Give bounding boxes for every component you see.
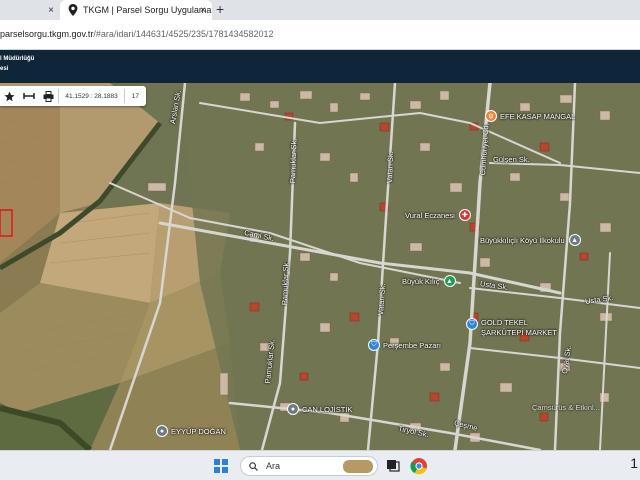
header-title: l Müdürlüğü: [0, 56, 35, 62]
coordinate-readout: 41.1529 : 28.1883: [58, 89, 123, 103]
tab-tkgm-parsel[interactable]: TKGM | Parsel Sorgu Uygulama ×: [60, 0, 212, 20]
search-icon: [249, 461, 258, 471]
poi-label: GOLD TEKEL: [481, 318, 528, 327]
poi-buyuk-kilic[interactable]: Büyük Kılıç ▲: [402, 275, 459, 287]
poi-label: Büyük Kılıç: [402, 276, 440, 286]
tab-title: TKGM | Parsel Sorgu Uygulama: [83, 5, 212, 15]
poi-label: ŞARKÜTEPİ MARKET: [481, 328, 557, 337]
windows-taskbar: Ara 1: [0, 450, 640, 480]
road-label-gulsen: Gülşen Sk.: [493, 155, 530, 164]
search-label: Ara: [266, 461, 281, 471]
new-tab-button[interactable]: +: [216, 1, 224, 17]
measure-distance-icon[interactable]: [19, 86, 38, 106]
road-label-vatan-top: Vatan Sk.: [385, 151, 396, 184]
business-icon: ●: [287, 403, 299, 415]
poi-label: Vural Eczanesi: [405, 210, 455, 220]
address-bar[interactable]: parselsorgu.tkgm.gov.tr/#ara/idari/14463…: [0, 20, 640, 50]
windows-start-icon[interactable]: [214, 459, 228, 473]
pharmacy-icon: ✚: [458, 209, 471, 221]
map-imagery: [0, 83, 640, 450]
print-icon[interactable]: [39, 86, 58, 106]
tab-close-icon[interactable]: ×: [200, 5, 206, 16]
url-domain: parselsorgu.tkgm.gov.tr: [0, 29, 94, 39]
poi-can-lojistik[interactable]: ● CAN LOJİSTİK: [287, 403, 352, 415]
poi-ilkokul[interactable]: Büyükkılıçlı Köyü İlkokulu ▲: [480, 234, 584, 246]
browser-tab-bar: × TKGM | Parsel Sorgu Uygulama × +: [0, 0, 640, 20]
poi-gold-tekel[interactable]: ⛉ GOLD TEKEL ŞARKÜTEPİ MARKET: [466, 318, 557, 338]
chrome-icon[interactable]: [410, 457, 428, 480]
favorite-star-icon[interactable]: [0, 86, 19, 106]
poi-label: Büyükkılıçlı Köyü İlkokulu: [480, 235, 565, 245]
shop-icon: ▲: [443, 275, 456, 287]
map-toolbar: 41.1529 : 28.1883 17: [0, 86, 146, 106]
poi-eyyup-dogan[interactable]: ● EYYÜP DOĞAN: [156, 425, 226, 437]
poi-efe-kasap[interactable]: ψ EFE KASAP MANGAL: [485, 110, 575, 122]
site-header: l Müdürlüğü esi: [0, 50, 640, 83]
shopping-bag-icon: ⛉: [368, 339, 380, 351]
tab-close-icon[interactable]: ×: [48, 5, 54, 16]
zoom-level: 17: [123, 89, 146, 103]
road-label-pamuklar-top: Pamuklar Sk.: [288, 138, 299, 184]
url-path: /#ara/idari/144631/4525/235/178143458201…: [93, 29, 274, 39]
satellite-map[interactable]: Arslan Sk. Pamuklar Sk. Vatan Sk. Cumhur…: [0, 83, 640, 450]
poi-label: EFE KASAP MANGAL: [500, 111, 576, 121]
url-text[interactable]: parselsorgu.tkgm.gov.tr/#ara/idari/14463…: [0, 29, 274, 39]
poi-label: Perşembe Pazarı: [383, 340, 441, 350]
tray-text: 1: [630, 455, 638, 471]
taskbar-search[interactable]: Ara: [240, 456, 378, 476]
school-icon: ▲: [568, 234, 581, 246]
poi-persembe-pazari[interactable]: ⛉ Perşembe Pazarı: [368, 339, 441, 351]
shopping-icon: ⛉: [466, 318, 478, 330]
search-highlight-image: [343, 460, 373, 473]
poi-watermark-label: Çamsürüs & Etkinl...: [532, 403, 600, 412]
business-icon: ●: [156, 425, 168, 437]
road-label-pamuklar-mid: Pamuklar Sk.: [280, 260, 291, 306]
poi-label: EYYÜP DOĞAN: [171, 426, 226, 436]
poi-label-group: GOLD TEKEL ŞARKÜTEPİ MARKET: [481, 318, 557, 338]
task-view-icon[interactable]: [386, 458, 400, 477]
map-pin-favicon-icon: [68, 4, 78, 16]
poi-vural-eczanesi[interactable]: Vural Eczanesi ✚: [405, 209, 474, 221]
poi-label: CAN LOJİSTİK: [302, 404, 353, 414]
tab-previous[interactable]: ×: [0, 0, 60, 20]
restaurant-icon: ψ: [485, 110, 497, 122]
header-subtitle: esi: [0, 66, 9, 72]
